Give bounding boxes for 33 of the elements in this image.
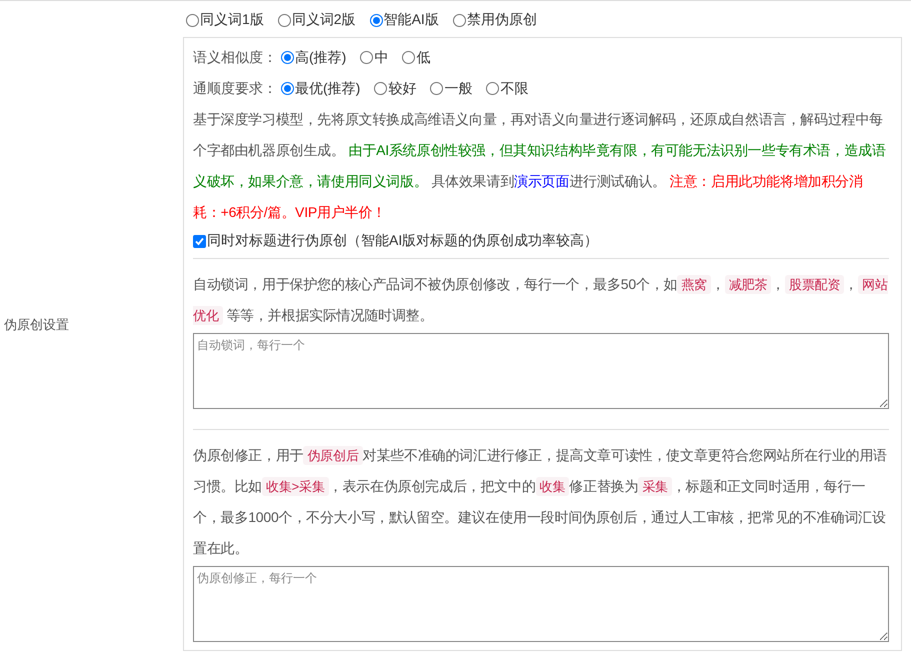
radio-label[interactable]: 禁用伪原创 [466, 11, 537, 29]
fluency-label: 通顺度要求： [193, 80, 277, 98]
radio-button[interactable] [374, 82, 388, 95]
radio-label[interactable]: 中 [374, 48, 388, 66]
radio-label[interactable]: 低 [416, 48, 430, 66]
radio-button[interactable] [452, 14, 466, 26]
radio-label[interactable]: 最优(推荐) [295, 80, 360, 98]
correction-description: 伪原创修正，用于 伪原创后 对某些不准确的词汇进行修正，提高文章可读性，使文章更符合您网站所在行业的用语习惯。比如 收集>采集 ，表示在伪原创完成后，把文中的 收集 修正替换为 采集 ，标题和正文同时适用，每行一个，最多1000个，不分大小写，默认留空。建议在使用一段时间伪原创后，通过人工审核，把常见的不准确词汇设置在此。 [193, 445, 888, 558]
radio-label[interactable]: 同义词1版 [200, 11, 264, 29]
radio-label[interactable]: 较好 [388, 80, 416, 98]
radio-button[interactable] [402, 51, 416, 64]
radio-button[interactable] [278, 14, 291, 26]
radio-button[interactable] [486, 82, 500, 95]
ai-description: 基于深度学习模型，先将原文转换成高维语义向量，再对语义向量进行逐词解码，还原成自然语言，解码过程中每个字都由机器原创生成。 由于AI系统原创性较强，但其知识结构毕竟有限，有可能无法识别一些专有术语，造成语义破坏，如果介意，请使用同义词版。 具体效果请到演示页面进行测试确认。 注意：启用此功能将增加积分消耗：+6积分/篇。VIP用户半价！ [193, 110, 887, 222]
radio-label[interactable]: 同义词2版 [292, 11, 356, 29]
section-label: 伪原创设置 [4, 316, 69, 334]
radio-button[interactable] [360, 51, 374, 64]
lock-words-field[interactable]: 自动锁词，每行一个 [193, 333, 889, 409]
radio-label[interactable]: 一般 [444, 80, 472, 98]
lock-words-description: 自动锁词，用于保护您的核心产品词不被伪原创修改，每行一个，最多50个，如 燕窝 ， 减肥茶 ， 股票配资 ， 网站优化 等等，并根据实际情况随时调整。 [193, 274, 889, 327]
checkbox[interactable] [193, 234, 206, 248]
radio-label[interactable]: 不限 [500, 80, 528, 98]
similarity-label: 语义相似度： [193, 48, 277, 66]
radio-button[interactable] [370, 14, 383, 26]
correction-field[interactable]: 伪原创修正，每行一个 [193, 566, 889, 642]
radio-button[interactable] [281, 51, 294, 64]
checkbox-label[interactable]: 同时对标题进行伪原创（智能AI版对标题的伪原创成功率较高） [207, 232, 598, 250]
radio-label[interactable]: 高(推荐) [295, 48, 346, 66]
radio-button[interactable] [430, 82, 444, 95]
radio-button[interactable] [281, 82, 294, 95]
radio-button[interactable] [186, 14, 199, 26]
radio-label[interactable]: 智能AI版 [384, 11, 439, 29]
demo-page-link[interactable]: 演示页面 [514, 173, 570, 189]
